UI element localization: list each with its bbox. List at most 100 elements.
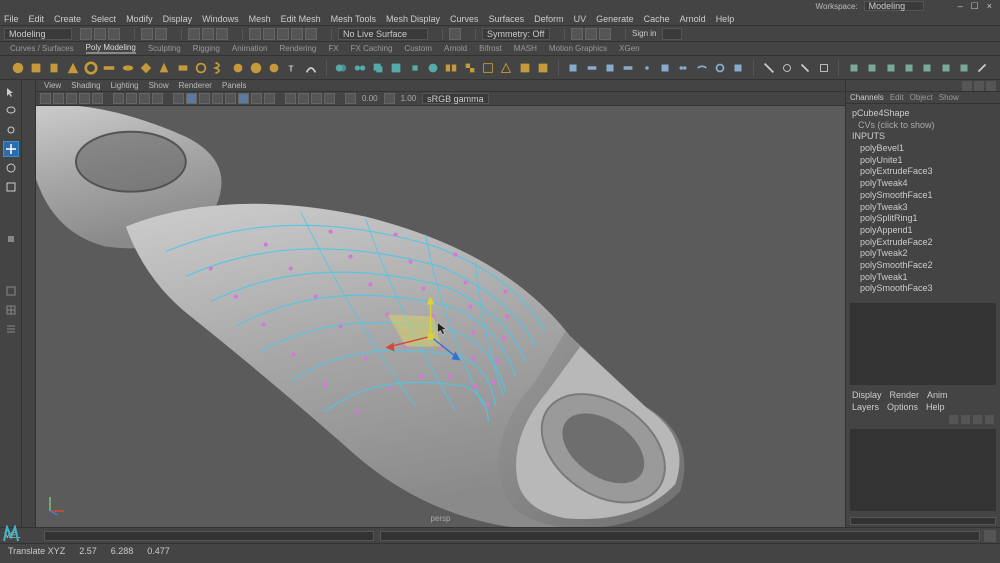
menu-edit[interactable]: Edit xyxy=(29,14,45,24)
new-scene-icon[interactable] xyxy=(80,28,92,40)
intersect-icon[interactable] xyxy=(407,59,422,77)
menu-windows[interactable]: Windows xyxy=(202,14,239,24)
harden-icon[interactable] xyxy=(865,59,880,77)
shelf-tab-rigging[interactable]: Rigging xyxy=(193,44,220,53)
image-plane-icon[interactable] xyxy=(66,93,77,104)
menu-create[interactable]: Create xyxy=(54,14,81,24)
xray-icon[interactable] xyxy=(298,93,309,104)
shelf-tab-rendering[interactable]: Rendering xyxy=(279,44,316,53)
quaddraw-icon[interactable] xyxy=(816,59,831,77)
input-item[interactable]: polySmoothFace2 xyxy=(852,260,994,272)
input-item[interactable]: polyBevel1 xyxy=(852,143,994,155)
scale-tool-icon[interactable] xyxy=(3,179,19,195)
cb-util1-icon[interactable] xyxy=(962,81,972,91)
edgeflow-icon[interactable] xyxy=(694,59,709,77)
circularize-icon[interactable] xyxy=(712,59,727,77)
extrude-icon[interactable] xyxy=(566,59,581,77)
input-item[interactable]: polySplitRing1 xyxy=(852,213,994,225)
menu-select[interactable]: Select xyxy=(91,14,116,24)
remesh-icon[interactable] xyxy=(535,59,550,77)
layer-tab-anim[interactable]: Anim xyxy=(927,390,948,400)
gate-mask-icon[interactable] xyxy=(152,93,163,104)
layer-tab-render[interactable]: Render xyxy=(890,390,920,400)
bevel-icon[interactable] xyxy=(602,59,617,77)
menu-deform[interactable]: Deform xyxy=(534,14,564,24)
platonic-icon[interactable] xyxy=(138,59,153,77)
polycylinder-icon[interactable] xyxy=(47,59,62,77)
shelf-tab-curves[interactable]: Curves / Surfaces xyxy=(10,44,74,53)
layer-btn4-icon[interactable] xyxy=(985,415,994,424)
input-item[interactable]: polyAppend1 xyxy=(852,225,994,237)
2d-pan-icon[interactable] xyxy=(79,93,90,104)
panelmenu-panels[interactable]: Panels xyxy=(222,81,246,90)
grease-pencil-icon[interactable] xyxy=(92,93,103,104)
separate-icon[interactable] xyxy=(352,59,367,77)
paint-select-icon[interactable] xyxy=(3,122,19,138)
maximize-button[interactable]: ☐ xyxy=(971,1,979,12)
panelmenu-view[interactable]: View xyxy=(44,81,61,90)
svg-icon[interactable] xyxy=(304,59,319,77)
redo-icon[interactable] xyxy=(155,28,167,40)
menu-modify[interactable]: Modify xyxy=(126,14,153,24)
polyprism-icon[interactable] xyxy=(175,59,190,77)
cb-util3-icon[interactable] xyxy=(986,81,996,91)
difference-icon[interactable] xyxy=(389,59,404,77)
select-component-icon[interactable] xyxy=(216,28,228,40)
select-hierarchy-icon[interactable] xyxy=(188,28,200,40)
signin-link[interactable]: Sign in xyxy=(632,29,656,38)
construction-history-icon[interactable] xyxy=(449,28,461,40)
append-icon[interactable] xyxy=(621,59,636,77)
snap-point-icon[interactable] xyxy=(277,28,289,40)
open-scene-icon[interactable] xyxy=(94,28,106,40)
layer-btn3-icon[interactable] xyxy=(973,415,982,424)
shadows-icon[interactable] xyxy=(225,93,236,104)
cvs-label[interactable]: CVs (click to show) xyxy=(852,120,994,132)
menu-uv[interactable]: UV xyxy=(574,14,587,24)
layer-scrollbar[interactable] xyxy=(850,517,996,525)
polypipe-icon[interactable] xyxy=(193,59,208,77)
polydisc-icon[interactable] xyxy=(120,59,135,77)
panelmenu-renderer[interactable]: Renderer xyxy=(179,81,212,90)
supershape-icon[interactable] xyxy=(267,59,282,77)
shelf-tab-animation[interactable]: Animation xyxy=(232,44,268,53)
ipr-icon[interactable] xyxy=(585,28,597,40)
panelmenu-lighting[interactable]: Lighting xyxy=(111,81,139,90)
snap-live-icon[interactable] xyxy=(305,28,317,40)
harden2-icon[interactable] xyxy=(883,59,898,77)
polyhelix-icon[interactable] xyxy=(212,59,227,77)
panelmenu-show[interactable]: Show xyxy=(149,81,169,90)
layer-tab-display[interactable]: Display xyxy=(852,390,882,400)
workspace-dropdown[interactable]: Modeling xyxy=(864,1,924,11)
select-tool-icon[interactable] xyxy=(3,84,19,100)
camera-bookmark-icon[interactable] xyxy=(53,93,64,104)
minimize-button[interactable]: – xyxy=(958,1,963,11)
connect-icon[interactable] xyxy=(798,59,813,77)
shaded-icon[interactable] xyxy=(186,93,197,104)
menu-help[interactable]: Help xyxy=(716,14,735,24)
last-tool-icon[interactable] xyxy=(3,231,19,247)
shelf-tab-bifrost[interactable]: Bifrost xyxy=(479,44,502,53)
live-surface-dropdown[interactable]: No Live Surface xyxy=(338,28,428,40)
save-scene-icon[interactable] xyxy=(108,28,120,40)
polytype-icon[interactable]: T xyxy=(285,59,300,77)
polytorus-icon[interactable] xyxy=(83,59,98,77)
outliner-toggle-icon[interactable] xyxy=(3,321,19,337)
layer-btn1-icon[interactable] xyxy=(949,415,958,424)
layer-menu-help[interactable]: Help xyxy=(926,402,945,412)
shelf-tab-fxcaching[interactable]: FX Caching xyxy=(351,44,393,53)
layer-btn2-icon[interactable] xyxy=(961,415,970,424)
detach-icon[interactable] xyxy=(657,59,672,77)
symmetry-dropdown[interactable]: Symmetry: Off xyxy=(482,28,550,40)
mirror-icon[interactable] xyxy=(444,59,459,77)
shelf-tab-mash[interactable]: MASH xyxy=(514,44,537,53)
input-item[interactable]: polyExtrudeFace2 xyxy=(852,237,994,249)
xray-comp-icon[interactable] xyxy=(324,93,335,104)
menu-arnold[interactable]: Arnold xyxy=(680,14,706,24)
account-dropdown[interactable] xyxy=(662,28,682,40)
soften2-icon[interactable] xyxy=(938,59,953,77)
move-tool-icon[interactable] xyxy=(3,141,19,157)
input-item[interactable]: polyTweak1 xyxy=(852,272,994,284)
fill-icon[interactable] xyxy=(731,59,746,77)
single-pane-icon[interactable] xyxy=(3,283,19,299)
target-weld-icon[interactable] xyxy=(779,59,794,77)
